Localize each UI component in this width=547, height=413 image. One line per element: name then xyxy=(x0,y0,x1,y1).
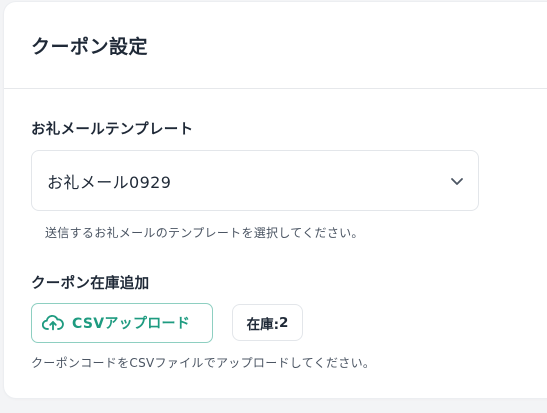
stock-badge-count: 2 xyxy=(279,314,289,331)
template-select[interactable]: お礼メール0929 xyxy=(31,150,479,211)
template-help-text: 送信するお礼メールのテンプレートを選択してください。 xyxy=(45,226,364,240)
stock-count-badge: 在庫: 2 xyxy=(232,304,303,341)
template-label: お礼メールテンプレート xyxy=(31,122,194,138)
coupon-settings-card: クーポン設定 お礼メールテンプレート お礼メール0929 送信するお礼メールのテ… xyxy=(4,2,547,398)
chevron-down-icon xyxy=(451,178,463,185)
csv-upload-label: CSVアップロード xyxy=(72,316,191,332)
csv-upload-button[interactable]: CSVアップロード xyxy=(31,303,213,343)
cloud-upload-icon xyxy=(42,314,64,331)
csv-upload-help-text: クーポンコードをCSVファイルでアップロードしてください。 xyxy=(31,356,376,370)
card-header: クーポン設定 xyxy=(4,2,547,89)
stock-badge-label: 在庫: xyxy=(246,316,279,333)
coupon-stock-label: クーポン在庫追加 xyxy=(31,276,150,292)
template-select-value: お礼メール0929 xyxy=(47,172,172,192)
page-title: クーポン設定 xyxy=(31,35,149,58)
